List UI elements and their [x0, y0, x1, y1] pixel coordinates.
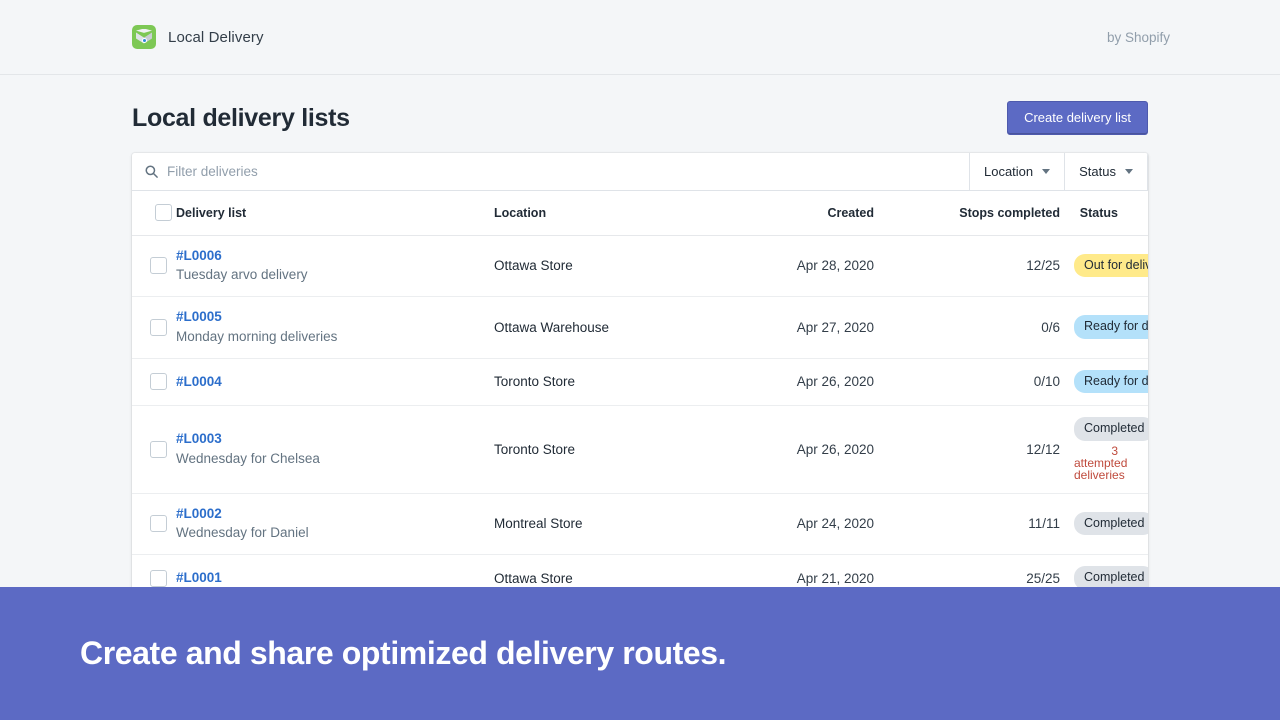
page-header: Local delivery lists Create delivery lis… — [110, 75, 1170, 153]
status-badge: Ready for dispatch — [1074, 315, 1148, 339]
row-select-cell — [132, 405, 176, 494]
package-icon — [132, 25, 156, 49]
search-input[interactable] — [167, 164, 957, 179]
stops-completed-cell: 12/12 — [874, 405, 1074, 494]
delivery-list-subtitle: Tuesday arvo delivery — [176, 267, 308, 283]
delivery-list-subtitle: Wednesday for Chelsea — [176, 450, 320, 466]
row-checkbox[interactable] — [150, 440, 167, 458]
delivery-lists-card: Location Status Delivery list Location C… — [132, 153, 1148, 602]
brand: Local Delivery — [132, 25, 264, 49]
status-cell: Ready for dispatch — [1074, 296, 1148, 359]
search-icon — [145, 165, 158, 178]
table-row[interactable]: #L0004 Toronto Store Apr 26, 2020 0/10 Ready… — [132, 358, 1148, 407]
attempted-deliveries-note: 3 attempted deliveries — [1074, 443, 1128, 482]
delivery-list-link[interactable]: #L0005 — [176, 308, 494, 326]
search-field-wrapper[interactable] — [132, 153, 970, 191]
table-row[interactable]: #L0002 Wednesday for Daniel Montreal Store… — [132, 493, 1148, 556]
stops-completed-cell: 0/10 — [874, 358, 1074, 407]
row-checkbox[interactable] — [150, 257, 167, 275]
status-cell: Completed 3 attempted deliveries — [1074, 405, 1148, 494]
created-cell: Apr 28, 2020 — [694, 235, 874, 298]
create-delivery-list-button[interactable]: Create delivery list — [1007, 101, 1148, 135]
select-all-header — [132, 191, 176, 236]
status-badge: Completed — [1074, 511, 1148, 536]
delivery-list-link[interactable]: #L0006 — [176, 247, 494, 265]
location-cell: Toronto Store — [494, 358, 694, 407]
stops-completed-cell: 12/25 — [874, 235, 1074, 298]
page-content: Local delivery lists Create delivery lis… — [0, 75, 1280, 648]
location-filter-button[interactable]: Location — [969, 153, 1066, 191]
row-select-cell — [132, 235, 176, 298]
column-header-stops-completed: Stops completed — [874, 191, 1074, 236]
delivery-list-link[interactable]: #L0003 — [176, 430, 494, 448]
app-name: Local Delivery — [168, 28, 264, 46]
column-header-location: Location — [494, 191, 694, 236]
created-cell: Apr 26, 2020 — [694, 405, 874, 494]
status-cell: Out for delivery — [1074, 235, 1148, 298]
table-row[interactable]: #L0003 Wednesday for Chelsea Toronto Store… — [132, 405, 1148, 494]
location-cell: Montreal Store — [494, 493, 694, 556]
delivery-list-cell: #L0005 Monday morning deliveries — [176, 296, 494, 359]
row-select-cell — [132, 358, 176, 407]
row-select-cell — [132, 296, 176, 359]
status-badge: Completed — [1074, 417, 1148, 441]
status-filter-button[interactable]: Status — [1065, 153, 1148, 191]
delivery-list-cell: #L0006 Tuesday arvo delivery — [176, 235, 494, 298]
column-header-delivery-list: Delivery list — [176, 191, 494, 236]
chevron-down-icon — [1125, 169, 1133, 174]
page-title: Local delivery lists — [132, 103, 350, 132]
app-header: Local Delivery by Shopify — [0, 0, 1280, 75]
status-cell: Ready for dispatch — [1074, 358, 1148, 407]
table-header-row: Delivery list Location Created Stops com… — [132, 191, 1148, 236]
promo-banner-headline: Create and share optimized delivery rout… — [80, 635, 727, 671]
byline: by Shopify — [1106, 29, 1170, 45]
status-cell: Completed — [1074, 493, 1148, 556]
row-checkbox[interactable] — [150, 318, 167, 336]
created-cell: Apr 27, 2020 — [694, 296, 874, 359]
table-header: Delivery list Location Created Stops com… — [132, 191, 1148, 236]
row-select-cell — [132, 493, 176, 556]
location-filter-label: Location — [983, 164, 1034, 179]
status-badge: Ready for dispatch — [1074, 369, 1148, 394]
column-header-status: Status — [1074, 191, 1148, 236]
created-cell: Apr 24, 2020 — [694, 493, 874, 556]
table-row[interactable]: #L0005 Monday morning deliveries Ottawa Wa… — [132, 296, 1148, 359]
row-checkbox[interactable] — [150, 515, 167, 533]
delivery-list-link[interactable]: #L0002 — [176, 505, 494, 523]
stops-completed-cell: 11/11 — [874, 493, 1074, 556]
delivery-list-cell: #L0002 Wednesday for Daniel — [176, 493, 494, 556]
status-badge: Out for delivery — [1074, 253, 1148, 278]
stops-completed-cell: 0/6 — [874, 296, 1074, 359]
delivery-lists-table: Delivery list Location Created Stops com… — [132, 191, 1148, 602]
select-all-checkbox[interactable] — [154, 204, 172, 221]
column-header-created: Created — [694, 191, 874, 236]
delivery-list-subtitle: Monday morning deliveries — [176, 328, 338, 344]
delivery-list-cell: #L0003 Wednesday for Chelsea — [176, 405, 494, 494]
delivery-list-subtitle: Wednesday for Daniel — [176, 525, 309, 541]
status-filter-label: Status — [1079, 164, 1116, 179]
chevron-down-icon — [1042, 169, 1051, 174]
location-cell: Ottawa Warehouse — [494, 296, 694, 359]
delivery-list-link[interactable]: #L0004 — [176, 373, 494, 391]
location-cell: Toronto Store — [494, 405, 694, 494]
delivery-list-link[interactable]: #L0001 — [176, 569, 494, 587]
delivery-list-cell: #L0004 — [176, 358, 494, 407]
created-cell: Apr 26, 2020 — [694, 358, 874, 407]
filter-bar: Location Status — [132, 153, 1148, 191]
row-checkbox[interactable] — [150, 373, 167, 391]
table-body: #L0006 Tuesday arvo delivery Ottawa Store A… — [132, 235, 1148, 602]
table-row[interactable]: #L0006 Tuesday arvo delivery Ottawa Store A… — [132, 235, 1148, 298]
location-cell: Ottawa Store — [494, 235, 694, 298]
promo-banner: Create and share optimized delivery rout… — [0, 587, 1280, 720]
row-checkbox[interactable] — [150, 569, 167, 587]
